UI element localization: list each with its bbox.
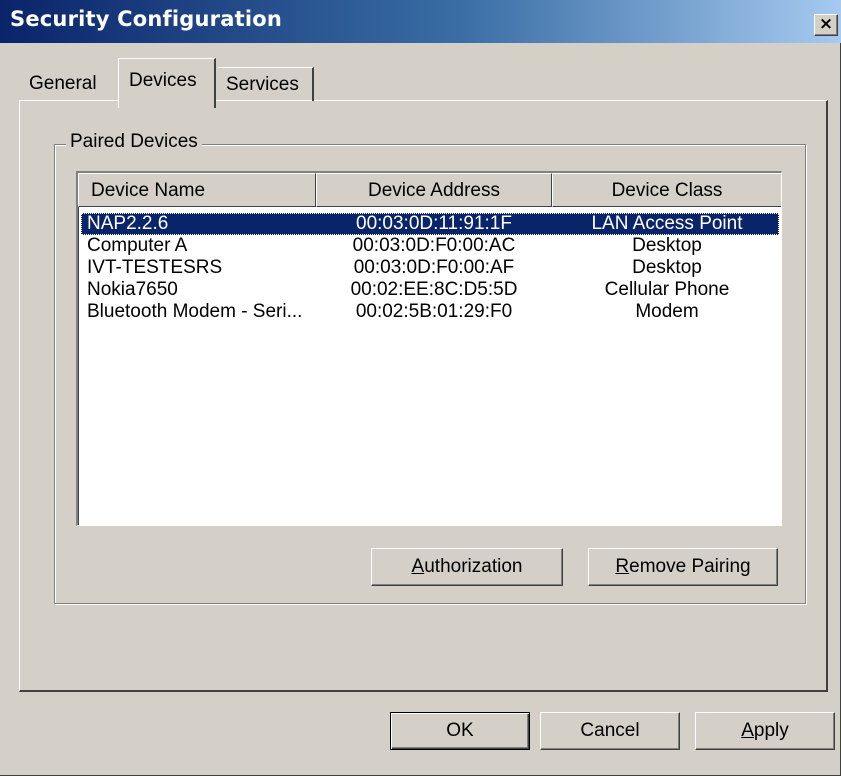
- column-header-device-name[interactable]: Device Name: [78, 173, 316, 207]
- tab-services[interactable]: Services: [218, 67, 314, 101]
- ok-button[interactable]: OK: [390, 712, 530, 750]
- device-row[interactable]: IVT-TESTESRS 00:03:0D:F0:00:AF Desktop: [81, 257, 779, 279]
- tab-label: Devices: [129, 70, 197, 91]
- device-name-cell: Computer A: [87, 235, 188, 256]
- device-class-cell: LAN Access Point: [591, 213, 743, 234]
- button-label: pply: [753, 720, 789, 741]
- button-label: Cancel: [580, 720, 640, 741]
- accelerator-key: A: [411, 556, 425, 577]
- tab-general[interactable]: General: [29, 73, 97, 95]
- device-address-cell: 00:03:0D:F0:00:AC: [352, 235, 516, 256]
- device-row[interactable]: Nokia7650 00:02:EE:8C:D5:5D Cellular Pho…: [81, 279, 779, 301]
- tab-label: General: [29, 73, 97, 94]
- button-label: emove Pairing: [629, 556, 751, 577]
- device-name-cell: NAP2.2.6: [87, 213, 169, 234]
- button-label: uthorization: [424, 556, 523, 577]
- window-title: Security Configuration: [10, 7, 283, 31]
- close-icon: ×: [818, 14, 834, 34]
- device-address-cell: 00:03:0D:11:91:1F: [356, 213, 512, 234]
- device-address-cell: 00:03:0D:F0:00:AF: [353, 257, 515, 278]
- device-row[interactable]: NAP2.2.6 00:03:0D:11:91:1F LAN Access Po…: [81, 213, 779, 235]
- paired-devices-label: Paired Devices: [66, 131, 202, 153]
- device-address-cell: 00:02:5B:01:29:F0: [355, 301, 513, 322]
- device-class-cell: Modem: [635, 301, 699, 322]
- accelerator-key: R: [615, 556, 630, 577]
- column-header-device-address[interactable]: Device Address: [316, 173, 552, 207]
- device-name-cell: Bluetooth Modem - Seri...: [87, 301, 303, 322]
- paired-devices-list[interactable]: Device Name Device Address Device Class …: [76, 171, 782, 526]
- apply-button[interactable]: Apply: [695, 712, 835, 750]
- device-row[interactable]: Bluetooth Modem - Seri... 00:02:5B:01:29…: [81, 301, 779, 323]
- security-configuration-window: Security Configuration × General Devices…: [0, 0, 841, 776]
- device-class-cell: Cellular Phone: [604, 279, 730, 300]
- column-header-label: Device Name: [91, 180, 206, 201]
- title-bar[interactable]: Security Configuration ×: [0, 0, 841, 43]
- tab-label: Services: [226, 74, 299, 95]
- tab-devices[interactable]: Devices: [118, 58, 216, 108]
- device-class-cell: Desktop: [632, 257, 702, 278]
- device-name-cell: IVT-TESTESRS: [87, 257, 223, 278]
- cancel-button[interactable]: Cancel: [540, 712, 680, 750]
- device-class-cell: Desktop: [632, 235, 702, 256]
- device-name-cell: Nokia7650: [87, 279, 178, 300]
- authorization-button[interactable]: Authorization: [371, 548, 563, 586]
- column-header-label: Device Address: [367, 180, 500, 201]
- device-row[interactable]: Computer A 00:03:0D:F0:00:AC Desktop: [81, 235, 779, 257]
- device-address-cell: 00:02:EE:8C:D5:5D: [350, 279, 518, 300]
- column-header-label: Device Class: [611, 180, 723, 201]
- button-label: OK: [446, 720, 474, 741]
- remove-pairing-button[interactable]: Remove Pairing: [588, 548, 778, 586]
- accelerator-key: A: [741, 720, 754, 741]
- column-header-device-class[interactable]: Device Class: [552, 173, 781, 207]
- close-button[interactable]: ×: [814, 14, 838, 36]
